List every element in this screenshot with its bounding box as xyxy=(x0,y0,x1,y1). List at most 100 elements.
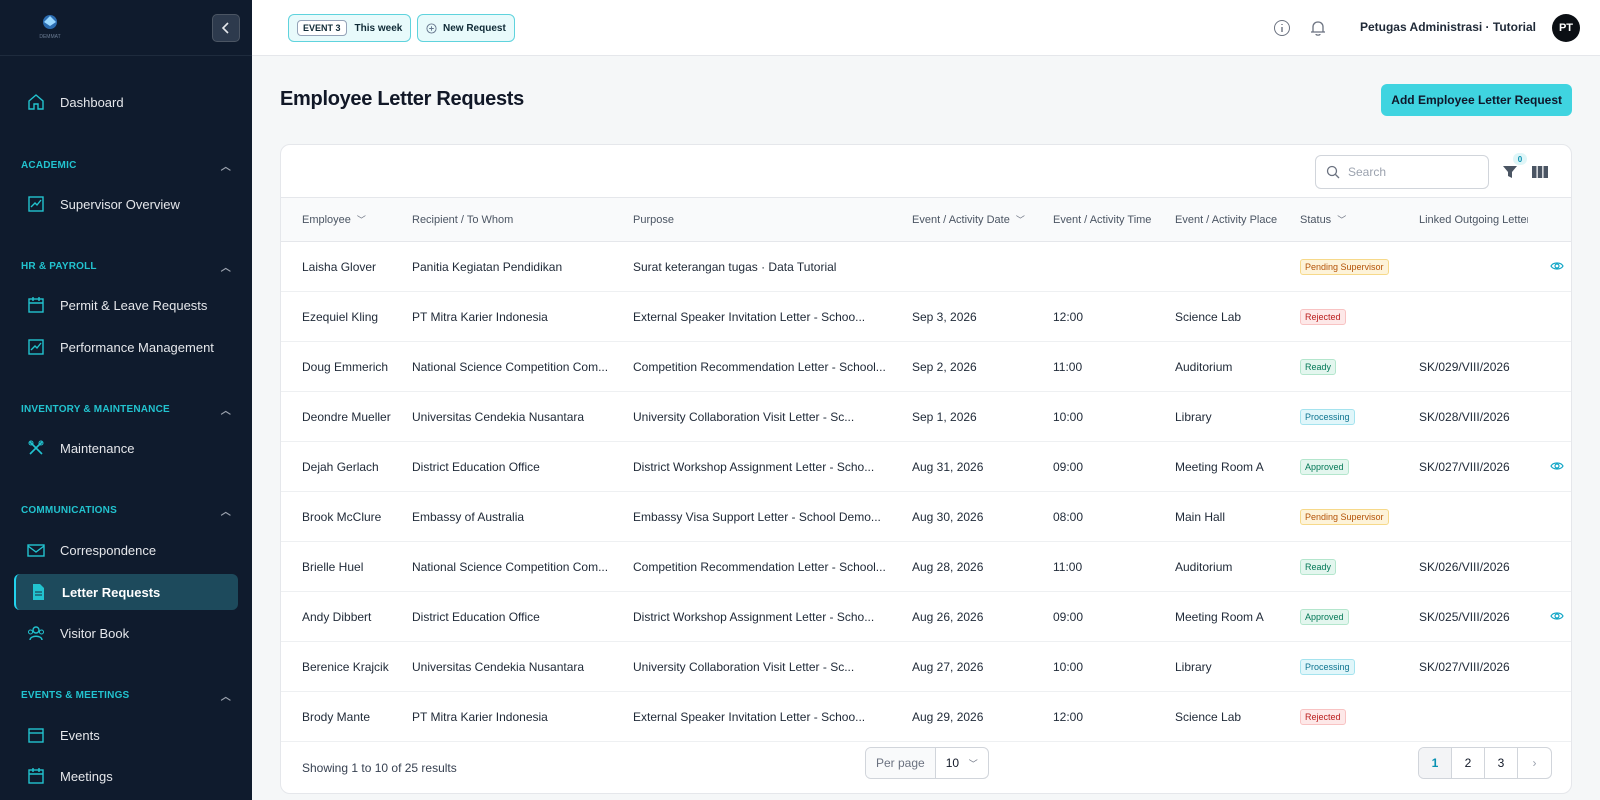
status-badge: Approved xyxy=(1300,458,1349,475)
cell-place: Meeting Room A xyxy=(1175,609,1264,624)
chevron-down-icon: ﹀ xyxy=(1015,215,1025,225)
cell-purpose: District Workshop Assignment Letter - Sc… xyxy=(633,459,875,474)
cell-place: Science Lab xyxy=(1175,709,1242,724)
page-button-3[interactable]: 3 xyxy=(1485,748,1518,778)
section-communications[interactable]: COMMUNICATIONS ︿ xyxy=(21,503,231,518)
avatar[interactable]: PT xyxy=(1552,14,1580,42)
cell-employee: Ezequiel Kling xyxy=(302,309,379,324)
section-title: EVENTS & MEETINGS xyxy=(21,690,130,701)
sidebar-item-meetings[interactable]: Meetings xyxy=(14,758,238,794)
cell-employee: Brielle Huel xyxy=(302,559,364,574)
cell-purpose: University Collaboration Visit Letter - … xyxy=(633,409,855,424)
cell-place: Auditorium xyxy=(1175,359,1233,374)
wrench-icon xyxy=(26,438,46,458)
cell-status: Rejected xyxy=(1279,692,1398,742)
cell-status: Approved xyxy=(1279,592,1398,642)
search-input[interactable] xyxy=(1348,165,1478,179)
info-icon[interactable] xyxy=(1272,18,1292,38)
table-row[interactable]: Doug Emmerich National Science Competitio… xyxy=(281,342,1571,392)
page-button-2[interactable]: 2 xyxy=(1452,748,1485,778)
cell-recipient: District Education Office xyxy=(412,459,540,474)
sidebar-item-permit-leave[interactable]: Permit & Leave Requests xyxy=(14,287,238,323)
cell-time: 12:00 xyxy=(1053,309,1084,324)
cell-status: Approved xyxy=(1279,442,1398,492)
sidebar-item-label: Events xyxy=(60,727,100,743)
page-button-1[interactable]: 1 xyxy=(1419,748,1452,778)
eye-icon[interactable] xyxy=(1549,258,1565,274)
cell-purpose: Surat keterangan tugas · Data Tutorial xyxy=(633,259,837,274)
per-page-value[interactable]: 10 ﹀ xyxy=(936,748,988,778)
sidebar-item-label: Letter Requests xyxy=(62,584,161,600)
section-events-meetings[interactable]: EVENTS & MEETINGS ︿ xyxy=(21,688,231,703)
filter-icon[interactable] xyxy=(1501,163,1519,181)
cell-actions xyxy=(1528,442,1571,492)
sidebar-item-events[interactable]: Events xyxy=(14,717,238,753)
sidebar-item-dashboard[interactable]: Dashboard xyxy=(14,84,238,120)
section-title: INVENTORY & MAINTENANCE xyxy=(21,404,170,415)
sidebar-item-letter-requests[interactable]: Letter Requests xyxy=(14,574,238,610)
table-row[interactable]: Deondre Mueller Universitas Cendekia Nusa… xyxy=(281,392,1571,442)
chevron-up-icon: ︿ xyxy=(220,162,231,173)
section-academic[interactable]: ACADEMIC ︿ xyxy=(21,158,231,173)
table-row[interactable]: Ezequiel Kling PT Mitra Karier Indonesia E… xyxy=(281,292,1571,342)
table-row[interactable]: Dejah Gerlach District Education Office Di… xyxy=(281,442,1571,492)
chart-icon xyxy=(26,337,46,357)
cell-actions xyxy=(1528,592,1571,642)
sidebar: DEMMAT Dashboard ACADEMIC ︿ Supervisor Ov… xyxy=(0,0,252,800)
column-header-status[interactable]: Status ﹀ xyxy=(1279,198,1398,242)
bell-icon[interactable] xyxy=(1308,18,1328,38)
cell-linked-letter xyxy=(1398,492,1528,542)
cell-time: 10:00 xyxy=(1053,659,1084,674)
sidebar-item-performance[interactable]: Performance Management xyxy=(14,329,238,365)
eye-icon[interactable] xyxy=(1549,608,1565,624)
table-row[interactable]: Berenice Krajcik Universitas Cendekia Nus… xyxy=(281,642,1571,692)
chart-icon xyxy=(26,194,46,214)
sidebar-item-visitor-book[interactable]: Visitor Book xyxy=(14,615,238,651)
eye-icon[interactable] xyxy=(1549,458,1565,474)
add-letter-request-button[interactable]: Add Employee Letter Request xyxy=(1381,84,1572,116)
table-row[interactable]: Andy Dibbert District Education Office Dis… xyxy=(281,592,1571,642)
search-box[interactable] xyxy=(1315,155,1489,189)
table-row[interactable]: Brody Mante PT Mitra Karier Indonesia Exte… xyxy=(281,692,1571,742)
sidebar-item-supervisor-overview[interactable]: Supervisor Overview xyxy=(14,186,238,222)
sidebar-item-label: Correspondence xyxy=(60,542,157,558)
column-label: Status xyxy=(1300,214,1332,226)
user-name[interactable]: Petugas Administrasi · Tutorial xyxy=(1360,20,1536,34)
cell-time: 10:00 xyxy=(1053,409,1084,424)
table-row[interactable]: Laisha Glover Panitia Kegiatan Pendidikan… xyxy=(281,242,1571,292)
cell-actions xyxy=(1528,492,1571,542)
sidebar-item-maintenance[interactable]: Maintenance xyxy=(14,430,238,466)
column-header-date[interactable]: Event / Activity Date ﹀ xyxy=(891,198,1032,242)
table-row[interactable]: Brielle Huel National Science Competition… xyxy=(281,542,1571,592)
table-row[interactable]: Brook McClure Embassy of Australia Embassy… xyxy=(281,492,1571,542)
status-badge: Pending Supervisor xyxy=(1300,258,1389,275)
cell-linked-letter: SK/025/VIII/2026 xyxy=(1419,609,1510,624)
event-week-filter[interactable]: EVENT 3 This week xyxy=(288,14,412,42)
cell-recipient: PT Mitra Karier Indonesia xyxy=(412,709,548,724)
next-page-button[interactable]: › xyxy=(1518,748,1551,778)
sidebar-item-label: Visitor Book xyxy=(60,625,130,641)
sidebar-item-correspondence[interactable]: Correspondence xyxy=(14,532,238,568)
section-hr-payroll[interactable]: HR & PAYROLL ︿ xyxy=(21,259,231,274)
new-request-button[interactable]: New Request xyxy=(417,14,515,42)
section-inventory[interactable]: INVENTORY & MAINTENANCE ︿ xyxy=(21,402,231,417)
cell-place: Auditorium xyxy=(1175,559,1233,574)
cell-purpose: University Collaboration Visit Letter - … xyxy=(633,659,855,674)
per-page-select[interactable]: Per page 10 ﹀ xyxy=(865,747,989,779)
logo: DEMMAT xyxy=(39,15,61,40)
column-header-actions xyxy=(1528,198,1571,242)
cell-recipient: PT Mitra Karier Indonesia xyxy=(412,309,548,324)
column-header-purpose: Purpose xyxy=(633,213,674,226)
new-request-label: New Request xyxy=(443,22,506,34)
columns-icon[interactable] xyxy=(1531,163,1549,181)
cell-purpose: Competition Recommendation Letter - Scho… xyxy=(633,559,886,574)
cell-time: 09:00 xyxy=(1053,459,1084,474)
cell-time: 08:00 xyxy=(1053,509,1084,524)
cell-employee: Dejah Gerlach xyxy=(302,459,379,474)
cell-linked-letter xyxy=(1398,242,1528,292)
sidebar-item-label: Permit & Leave Requests xyxy=(60,297,208,313)
collapse-sidebar-button[interactable] xyxy=(212,14,240,42)
event-badge: EVENT 3 xyxy=(297,20,347,36)
column-header-employee[interactable]: Employee ﹀ xyxy=(281,198,391,242)
cell-linked-letter: SK/029/VIII/2026 xyxy=(1419,359,1510,374)
